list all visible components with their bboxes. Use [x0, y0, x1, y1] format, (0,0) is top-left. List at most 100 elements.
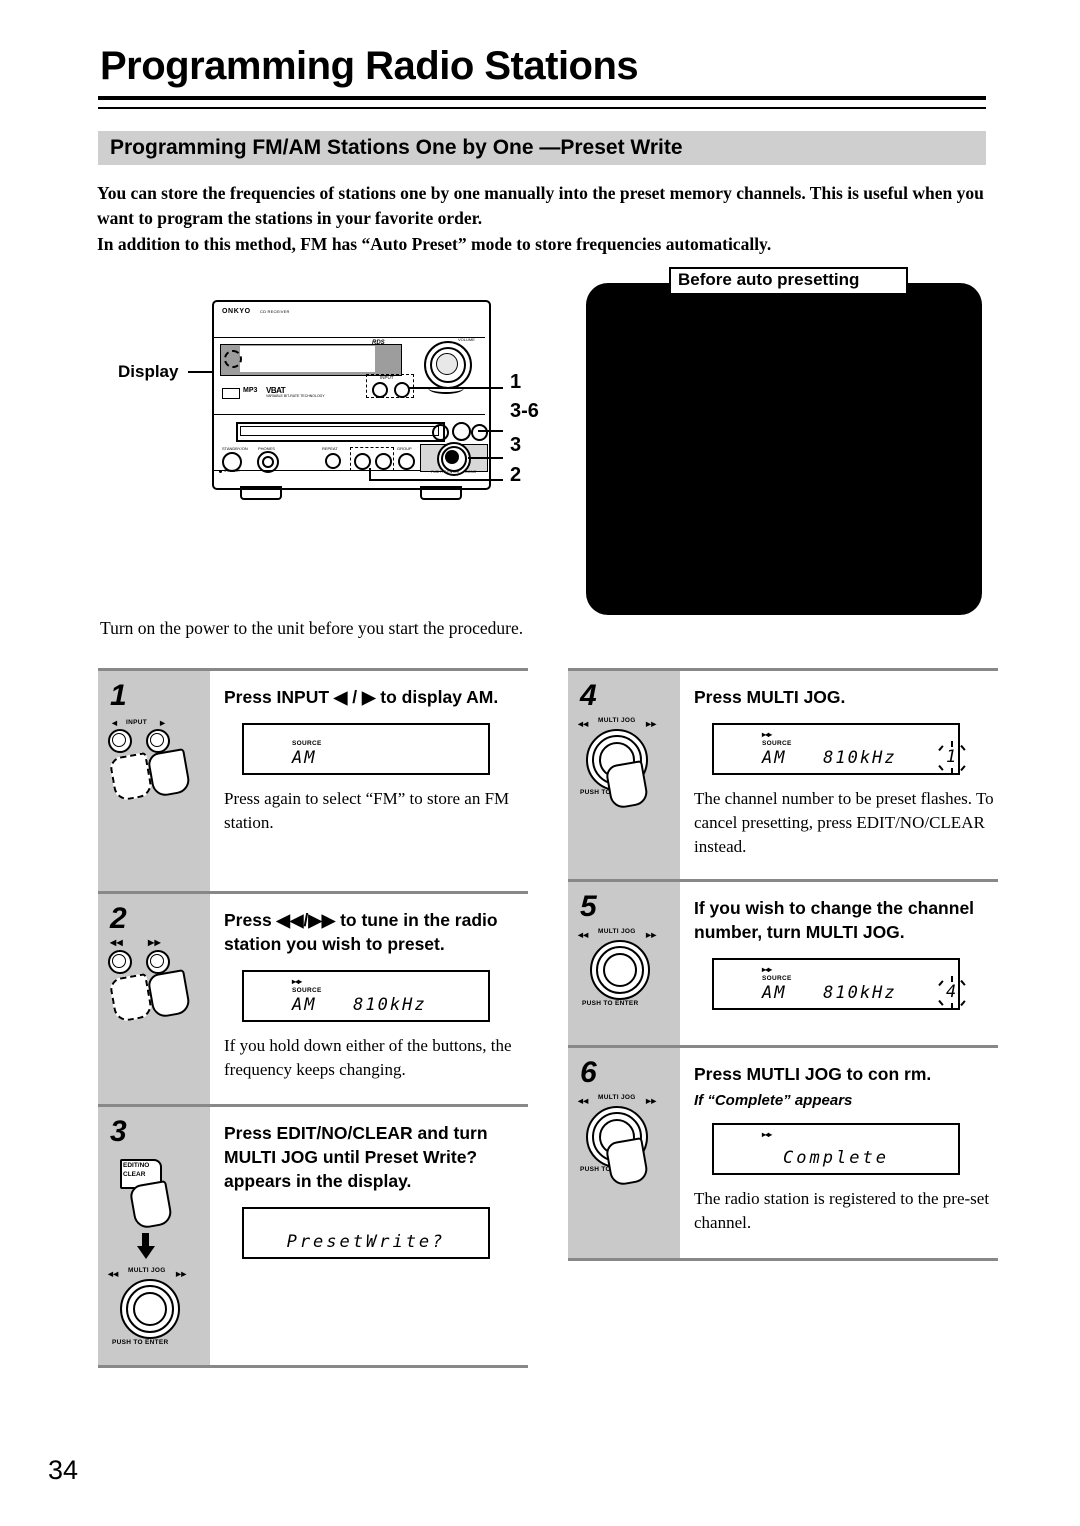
step-2-skip-fwd-label: ▶▶	[148, 938, 161, 947]
step-4-lcd-source-label: SOURCE	[762, 740, 792, 747]
step-5-content: If you wish to change the channel number…	[680, 882, 998, 1045]
callout-line-4-stem	[369, 468, 371, 481]
push-to-enter-label: PUSH TO ENTER	[431, 470, 460, 474]
step-3-jog-left-icon: ◀◀	[108, 1271, 119, 1278]
step-5-lcd-text: AM 810kHz	[762, 983, 897, 1003]
step-1-lcd-text: AM	[292, 748, 317, 768]
step-4-lcd: ▸◂▸ SOURCE AM 810kHz 1	[712, 723, 966, 775]
device-divider-top	[214, 337, 485, 338]
step-6-jog-right-icon: ▶▶	[646, 1098, 657, 1105]
step-2-body: If you hold down either of the buttons, …	[224, 1036, 512, 1079]
step-3-content: Press EDIT/NO/CLEAR and turn MULTI JOG u…	[210, 1107, 528, 1365]
step-1-illustration: 1 ◀ INPUT ▶	[98, 671, 210, 891]
step-6-heading: Press MUTLI JOG to con rm.	[694, 1064, 932, 1084]
disc-tray-slot	[240, 426, 439, 436]
step-5-jog-label: MULTI JOG	[598, 928, 636, 935]
step-6-push-to-enter: PUSH TO	[580, 1166, 611, 1173]
transport-button-b[interactable]	[452, 422, 471, 441]
device-divider-mid	[214, 414, 485, 415]
phones-jack-hole	[262, 456, 274, 468]
repeat-button[interactable]	[325, 453, 341, 469]
step-6-jog-left-icon: ◀◀	[578, 1098, 589, 1105]
step-4-hand-icon	[604, 760, 650, 810]
transport-button-c[interactable]	[471, 424, 488, 441]
step-5-lcd-source-label: SOURCE	[762, 975, 792, 982]
step-5-jog-left-icon: ◀◀	[578, 932, 589, 939]
intro-paragraph-2: In addition to this method, FM has “Auto…	[97, 234, 772, 254]
callout-number-4: 2	[510, 464, 522, 486]
step-6-number: 6	[580, 1056, 597, 1089]
step-4-push-to-enter: PUSH TO	[580, 789, 611, 796]
clear-label: CLEAR	[123, 1171, 146, 1178]
section-title: Programming FM/AM Stations One by One —P…	[110, 136, 683, 159]
step-4-number: 4	[580, 679, 597, 712]
edit-no-label: EDIT/NO	[123, 1162, 150, 1169]
volume-knob-center	[436, 353, 458, 375]
step-6-illustration: 6 MULTI JOG ◀◀ ▶▶ PUSH TO	[568, 1048, 680, 1258]
input-left-button[interactable]	[372, 382, 388, 398]
step-2-right-button-inner	[150, 954, 164, 968]
callout-line-2	[478, 430, 503, 432]
step-2-lcd: ▸◂▸ SOURCE AM 810kHz	[242, 970, 490, 1022]
step-2-left-button-inner	[112, 954, 126, 968]
step-5-jog-right-icon: ▶▶	[646, 932, 657, 939]
step-2: 2 ◀◀ ▶▶ Press ◀◀/▶▶ to tune in the radio…	[98, 891, 528, 1104]
step-4-jog-right-icon: ▶▶	[646, 721, 657, 728]
title-rule	[98, 96, 986, 109]
standby-led-icon	[219, 470, 222, 473]
step-1-hand-ghost-icon	[108, 752, 154, 802]
step-4-heading: Press MULTI JOG.	[694, 687, 846, 707]
group-button[interactable]	[398, 453, 415, 470]
transport-button-a[interactable]	[432, 424, 449, 441]
vbat-sub-label: VARIABLE BIT-RATE TECHNOLOGY	[266, 394, 325, 398]
before-auto-presetting-panel	[586, 283, 982, 615]
step-6-lcd: ▸◂▸ Complete	[712, 1123, 960, 1175]
step-1-input-text: INPUT	[126, 719, 147, 726]
step-4-flashing-channel: 1	[938, 741, 972, 774]
step-3-illustration: 3 EDIT/NO CLEAR MULTI JOG ◀◀ ▶▶ PUSH TO …	[98, 1107, 210, 1365]
step-4-illustration: 4 MULTI JOG ◀◀ ▶▶ PUSH TO	[568, 671, 680, 879]
callout-line-1	[408, 387, 503, 389]
step-4-body: The channel number to be preset flashes.…	[694, 789, 994, 856]
group-label: GROUP	[397, 446, 412, 451]
before-auto-presetting-title: Before auto presetting	[678, 270, 860, 289]
step-1-number: 1	[110, 679, 127, 712]
step-5-number: 5	[580, 890, 597, 923]
device-lcd-screen	[240, 346, 375, 372]
step-2-hand-icon	[146, 969, 192, 1019]
step-5-lcd-arrows: ▸◂▸	[762, 965, 772, 974]
step-3-jog-right-icon: ▶▶	[176, 1271, 187, 1278]
step-1-input-label-right: ▶	[160, 720, 166, 727]
device-foot-left	[240, 486, 282, 500]
onkyo-logo: ONKYO	[222, 308, 251, 315]
step-5-heading: If you wish to change the channel number…	[694, 898, 975, 942]
step-1-lcd: SOURCE AM	[242, 723, 490, 775]
step-6-lcd-text: Complete	[783, 1148, 889, 1168]
mp3-label: MP3	[243, 387, 258, 394]
skip-forward-button[interactable]	[375, 453, 392, 470]
standby-small-label: STANDBY	[224, 469, 241, 473]
step-3-lcd-text: PresetWrite?	[286, 1232, 446, 1252]
callout-number-1: 1	[510, 371, 522, 393]
step-6-jog-label: MULTI JOG	[598, 1094, 636, 1101]
cd-receiver-label: CD RECEIVER	[260, 309, 290, 314]
step-5-lcd: ▸◂▸ SOURCE AM 810kHz 4	[712, 958, 966, 1010]
step-4: 4 MULTI JOG ◀◀ ▶▶ PUSH TO Press MULTI JO…	[568, 668, 998, 879]
repeat-label: REPEAT	[322, 446, 338, 451]
step-3-down-arrow-icon	[137, 1246, 155, 1259]
step-6-lcd-arrows: ▸◂▸	[762, 1130, 772, 1139]
step-3-hand-icon	[128, 1180, 174, 1230]
step-4-lcd-arrows: ▸◂▸	[762, 730, 772, 739]
step-4-content: Press MULTI JOG. ▸◂▸ SOURCE AM 810kHz 1	[680, 671, 998, 879]
input-right-button[interactable]	[394, 382, 410, 398]
page-title: Programming Radio Stations	[100, 44, 639, 88]
step-2-lcd-arrows: ▸◂▸	[292, 977, 302, 986]
step-3-multi-jog-center	[133, 1292, 167, 1326]
step-4-channel-number: 1	[946, 747, 957, 767]
step-6-content: Press MUTLI JOG to con rm. If “Complete”…	[680, 1048, 998, 1258]
step-5-push-to-enter: PUSH TO ENTER	[582, 1000, 639, 1007]
multi-jog-dial-center[interactable]	[445, 450, 459, 464]
disc-icon	[224, 350, 242, 368]
step-6-hand-icon	[604, 1137, 650, 1187]
step-4-lcd-text: AM 810kHz	[762, 748, 897, 768]
